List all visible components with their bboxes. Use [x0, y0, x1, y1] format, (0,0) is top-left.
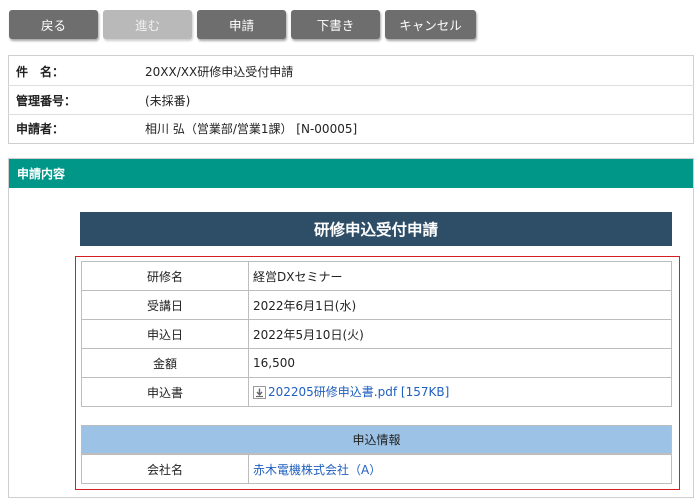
form-title-text: 研修申込受付申請 [313, 221, 438, 239]
back-button-label: 戻る [40, 18, 66, 33]
subject-row: 件 名： 20XX/XX研修申込受付申請 [8, 57, 694, 85]
submit-button-label: 申請 [228, 18, 254, 33]
mgmt-no-row: 管理番号： (未採番) [8, 86, 694, 114]
download-icon[interactable] [253, 385, 266, 402]
submit-button[interactable]: 申請 [197, 10, 286, 39]
section-title: 申請内容 [17, 167, 66, 181]
attachment-cell: 202205研修申込書.pdf [157KB] [248, 377, 672, 407]
attachment-label: 申込書 [81, 377, 249, 407]
applicant-row: 申請者： 相川 弘（営業部/営業1課） [N-00005] [8, 114, 694, 142]
subsection-title: 申込情報 [352, 433, 401, 447]
attendance-date-value: 2022年6月1日(水) [248, 290, 672, 320]
form-detail-table: 研修名 経営DXセミナー 受講日 2022年6月1日(水) 申込日 2022年5… [81, 261, 672, 407]
amount-value: 16,500 [248, 348, 672, 378]
forward-button: 進む [103, 10, 192, 39]
toolbar: 戻る 進む 申請 下書き キャンセル [0, 0, 700, 52]
applicant-label: 申請者： [16, 121, 65, 136]
table-row: 申込日 2022年5月10日(火) [81, 319, 672, 349]
amount-label: 金額 [81, 348, 249, 378]
table-row: 受講日 2022年6月1日(水) [81, 290, 672, 320]
draft-button[interactable]: 下書き [291, 10, 380, 39]
cancel-button[interactable]: キャンセル [385, 10, 476, 39]
company-value-cell: 赤木電機株式会社（A） [248, 454, 672, 484]
table-row: 金額 16,500 [81, 348, 672, 378]
training-name-value: 経営DXセミナー [248, 261, 672, 291]
mgmt-no-label: 管理番号： [16, 93, 77, 108]
mgmt-no-value: (未採番) [145, 93, 191, 108]
section-header: 申請内容 [9, 159, 693, 188]
forward-button-label: 進む [134, 18, 160, 33]
company-table: 会社名 赤木電機株式会社（A） [81, 454, 672, 484]
table-row: 会社名 赤木電機株式会社（A） [81, 454, 672, 484]
table-row: 申込書 202205研修申込書.pdf [157KB] [81, 377, 672, 407]
attachment-link[interactable]: 202205研修申込書.pdf [157KB] [268, 385, 449, 399]
applicant-value: 相川 弘（営業部/営業1課） [N-00005] [145, 121, 358, 136]
attendance-date-label: 受講日 [81, 290, 249, 320]
form-title: 研修申込受付申請 [80, 212, 672, 246]
training-name-label: 研修名 [81, 261, 249, 291]
subject-label: 件 名： [16, 64, 65, 79]
company-label: 会社名 [81, 454, 249, 484]
cancel-button-label: キャンセル [399, 18, 462, 33]
back-button[interactable]: 戻る [9, 10, 98, 39]
application-date-value: 2022年5月10日(火) [248, 319, 672, 349]
subject-value: 20XX/XX研修申込受付申請 [145, 64, 294, 79]
draft-button-label: 下書き [316, 18, 355, 33]
subsection-header: 申込情報 [81, 425, 672, 454]
application-date-label: 申込日 [81, 319, 249, 349]
company-link[interactable]: 赤木電機株式会社（A） [253, 463, 381, 477]
table-row: 研修名 経営DXセミナー [81, 261, 672, 291]
